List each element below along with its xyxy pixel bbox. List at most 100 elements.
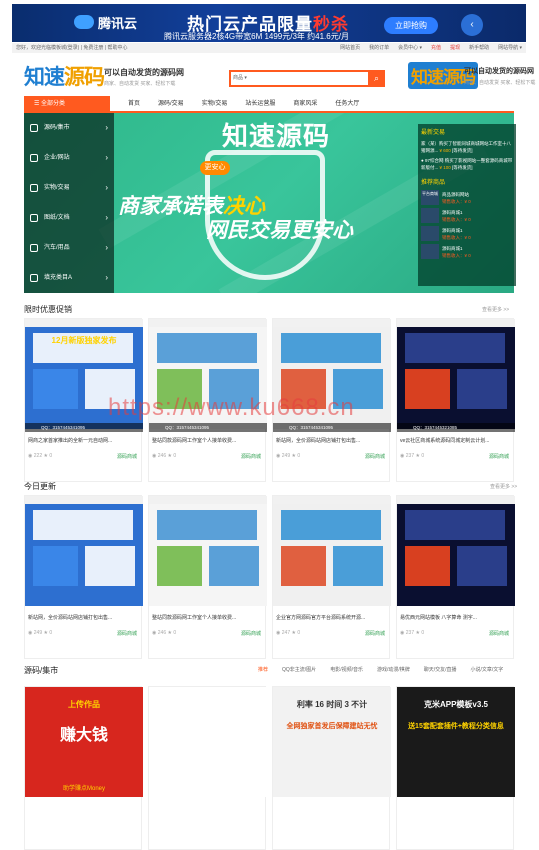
product-card[interactable]: 易优西元网站模板 八字算命 测字... ◉ 237 ★ 0 源码商城 [396,495,515,659]
thumb-block [157,333,257,363]
category-menu: 源码/集市 › 企业/网站 › 实物/交易 › 图纸/文档 › 汽车/用品 › 填充类目A › [24,113,114,293]
recommend-product[interactable]: 源码商城1 销售收入：¥ 0 [421,244,513,259]
site-logo[interactable]: 知速源码 [24,61,105,91]
market-tab[interactable]: 游戏/动漫/棋牌 [377,666,410,673]
hero-badge: 更安心 [200,161,230,175]
recommend-product[interactable]: 平台商城 商品源码网站 销售收入：¥ 0 [421,190,513,205]
all-categories-button[interactable]: ☰ 全部分类 [24,96,110,113]
recommend-product[interactable]: 源码商城1 销售收入：¥ 0 [421,208,513,223]
product-card[interactable]: 整站同款源码网工作室个人接单收费... ◉ 246 ★ 0 源码商城 [148,495,267,659]
category-menu-item[interactable]: 汽车/用品 › [24,233,114,263]
ad-prev-icon[interactable]: ‹ [461,14,483,36]
news-item[interactable]: 家（某）购买了智能同城商城网站工作室十八猪网源... ¥ 600 [等待发货] [421,140,513,154]
news-item[interactable]: ● 97综合网 购买了影视网站一整套源码商城带新版付... ¥ 100 [等待发… [421,157,513,171]
search-input[interactable]: 商品 ▾ ⌕ [229,70,385,87]
card-caption[interactable]: 网商之家首家推出的全新一元自动网... [25,434,143,448]
product-card[interactable]: 企业官方网源码官方平台源码系统开源... ◉ 247 ★ 0 源码商城 [272,495,391,659]
product-thumbnail[interactable] [397,496,515,606]
store-name[interactable]: 源码商城 [365,453,385,460]
store-name[interactable]: 源码商城 [241,453,261,460]
market-tab[interactable]: 聊天/交友/直播 [424,666,457,673]
main-nav: ☰ 全部分类 首页 源码/交易 实物/交易 站长运营服 商家风采 任务大厅 [24,96,514,113]
star-count: 0 [297,453,301,459]
product-name: 源码商城1 [442,209,463,215]
top-link[interactable]: 充值 [431,43,441,53]
nav-link[interactable]: 商家风采 [293,96,317,113]
star-count: 0 [421,630,425,636]
category-menu-item[interactable]: 填充类目A › [24,263,114,293]
product-thumbnail[interactable]: 克米APP模板v3.5 送15套配套插件+教程分类信息 [397,687,515,797]
card-caption[interactable]: 企业官方网源码官方平台源码系统开源... [273,611,391,625]
card-caption[interactable]: 整站同款源码网工作室个人接单收费... [149,434,267,448]
store-name[interactable]: 源码商城 [365,630,385,637]
ad-buy-button[interactable]: 立即抢购 [384,17,438,34]
product-thumbnail[interactable]: 上传作品 赚大钱 助学赚点Money [25,687,143,797]
product-info: 源码商城1 销售收入：¥ 0 [442,245,471,259]
nav-link[interactable]: 源码/交易 [158,96,184,113]
top-ad-banner[interactable]: 腾讯云 热门云产品限量秒杀 腾讯云服务器2核4G带宽6M 1499元/3年 约4… [12,4,526,42]
top-link[interactable]: 提现 [450,43,460,53]
card-meta: ◉ 247 ★ 0 源码商城 [276,630,388,637]
search-type-select[interactable]: 商品 ▾ [233,74,247,81]
top-link[interactable]: 网站首页 [340,43,360,53]
market-tab[interactable]: QQ非主流/图片 [282,666,316,673]
view-count: 249 [33,630,44,636]
product-card[interactable]: QQ：3157445321085 ve云社区商城系统源码同城定制云计划... ◉ 2… [396,318,515,482]
card-meta: ◉ 237 ★ 0 源码商城 [400,453,512,460]
product-thumbnail[interactable] [149,687,267,797]
category-menu-item[interactable]: 源码/集市 › [24,113,114,143]
search-button[interactable]: ⌕ [368,70,385,87]
section-promo-more[interactable]: 查看更多 >> [482,306,509,313]
category-menu-item[interactable]: 实物/交易 › [24,173,114,203]
market-tab[interactable]: 电影/视频/音乐 [330,666,363,673]
top-link[interactable]: 我的订单 [369,43,389,53]
product-thumbnail[interactable] [25,496,143,606]
view-count: 246 [157,630,168,636]
product-card[interactable]: 上传作品 赚大钱 助学赚点Money [24,686,143,850]
nav-link[interactable]: 站长运营服 [245,96,275,113]
news-status: [等待发货] [452,165,473,170]
product-thumbnail[interactable] [149,496,267,606]
thumb-block [85,546,135,586]
card-caption[interactable]: 整站同款源码网工作室个人接单收费... [149,611,267,625]
news-price: ¥ 600 [439,148,453,153]
nav-link[interactable]: 实物/交易 [202,96,228,113]
product-card[interactable] [148,686,267,850]
thumb-block [33,510,133,540]
section-promo-title: 限时优惠促销 [24,305,72,314]
nav-link[interactable]: 任务大厅 [335,96,359,113]
product-thumbnail[interactable] [273,496,391,606]
product-card[interactable]: 利率 16 时间 3 不计 全网独家首发后保障建站无忧 [272,686,391,850]
card-caption[interactable]: ve云社区商城系统源码同城定制云计划... [397,434,515,448]
product-info: 源码商城1 销售收入：¥ 0 [442,227,471,241]
product-thumb [421,244,439,259]
top-link[interactable]: 新手帮助 [469,43,489,53]
store-name[interactable]: 源码商城 [117,630,137,637]
card-caption[interactable]: 易优西元网站模板 八字算命 测字... [397,611,515,625]
category-menu-item[interactable]: 图纸/文档 › [24,203,114,233]
chevron-right-icon: › [105,123,108,132]
market-tab[interactable]: 小说/文章/文字 [471,666,504,673]
chevron-right-icon: › [105,243,108,252]
card-caption[interactable]: 新站网，全价源码站网店铺打包出售... [273,434,391,448]
thumb-toolbar [397,496,515,504]
welcome-text[interactable]: 您好，欢迎光临模板城(登录) | 免费注册 | 帮助中心 [16,43,128,53]
product-thumbnail[interactable] [397,319,515,429]
top-link[interactable]: 网站导航 ▾ [498,43,522,53]
card-caption[interactable]: 新站网，全价源码站网店铺打包出售... [25,611,143,625]
category-label: 实物/交易 [44,185,70,191]
product-card[interactable]: 克米APP模板v3.5 送15套配套插件+教程分类信息 [396,686,515,850]
nav-link[interactable]: 首页 [128,96,140,113]
top-link[interactable]: 会员中心 ▾ [398,43,422,53]
product-card[interactable]: 新站网，全价源码站网店铺打包出售... ◉ 249 ★ 0 源码商城 [24,495,143,659]
store-name[interactable]: 源码商城 [489,453,509,460]
thumb-toolbar [25,319,143,327]
section-today-more[interactable]: 查看更多 >> [490,483,517,490]
recommend-product[interactable]: 源码商城1 销售收入：¥ 0 [421,226,513,241]
store-name[interactable]: 源码商城 [117,453,137,460]
market-tab[interactable]: 推荐 [258,666,268,673]
category-menu-item[interactable]: 企业/网站 › [24,143,114,173]
store-name[interactable]: 源码商城 [241,630,261,637]
store-name[interactable]: 源码商城 [489,630,509,637]
product-thumbnail[interactable]: 利率 16 时间 3 不计 全网独家首发后保障建站无忧 [273,687,391,797]
